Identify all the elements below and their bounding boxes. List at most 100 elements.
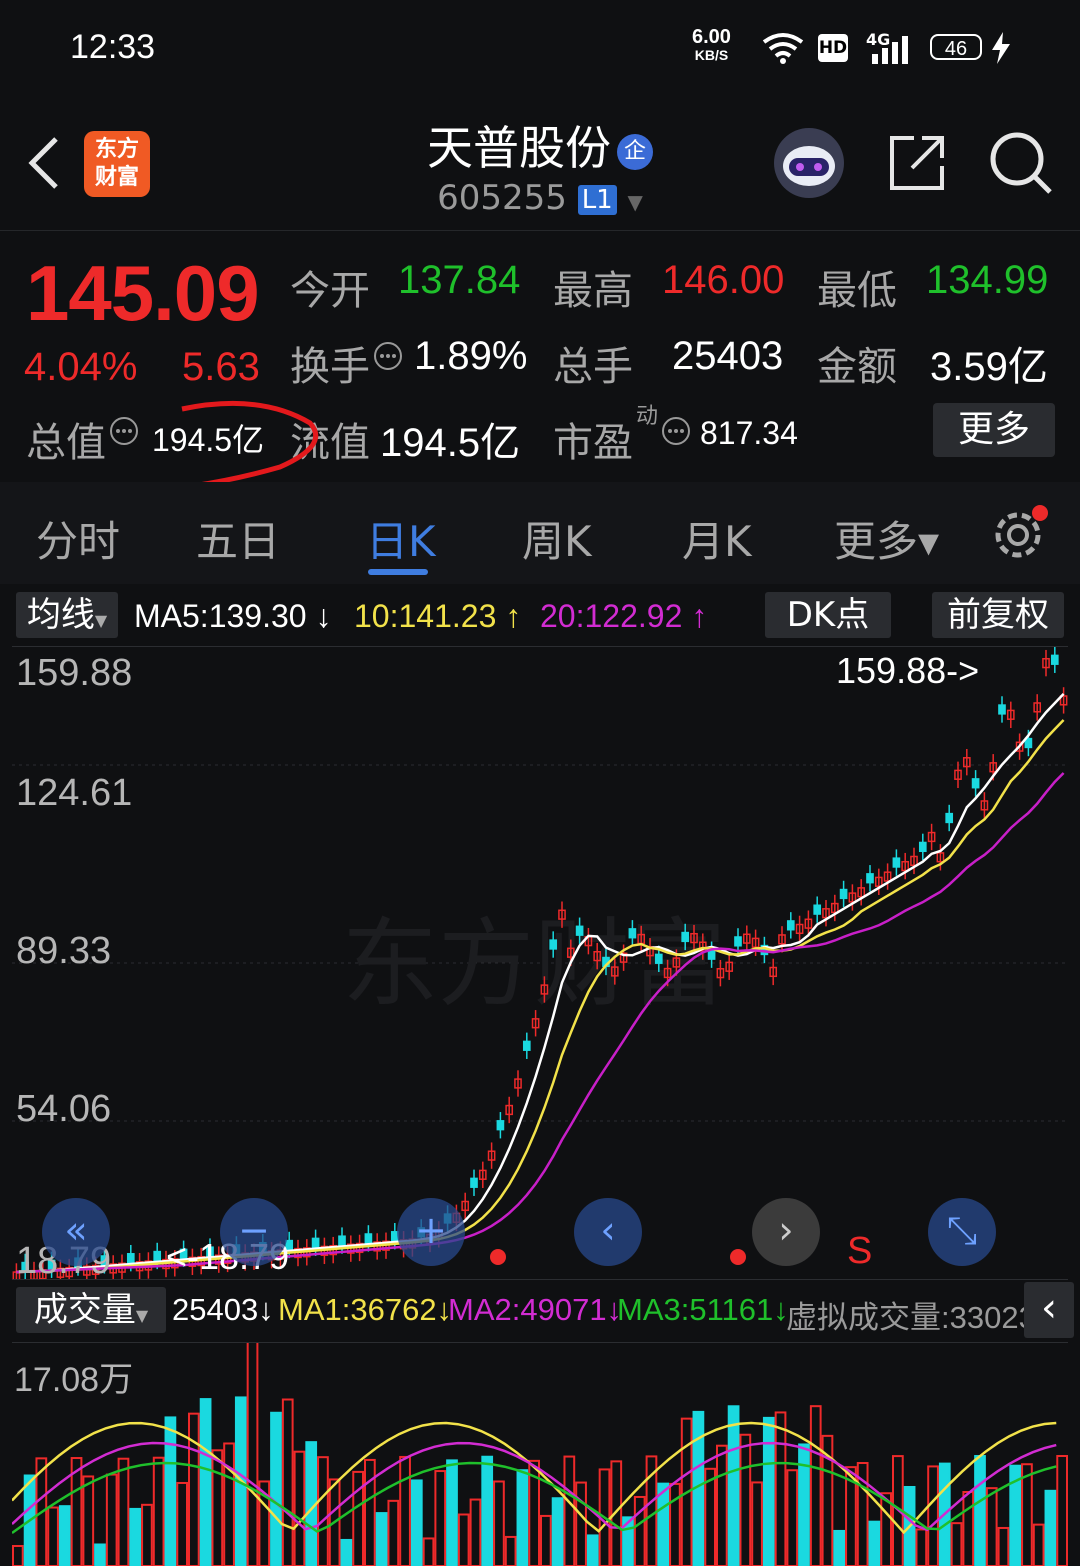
tab-weekly-k[interactable]: 周K: [522, 508, 592, 569]
volume-bar: [704, 1467, 716, 1566]
volume-bar: [364, 1458, 376, 1566]
kline-chart[interactable]: 东方财富: [12, 646, 1068, 1280]
volume-bar: [481, 1455, 494, 1566]
info-icon[interactable]: [660, 415, 692, 447]
current-price: 145.09: [26, 249, 260, 337]
wifi-icon: [762, 33, 804, 64]
signal-dot: [730, 1249, 746, 1265]
next-icon[interactable]: ›: [752, 1198, 820, 1266]
volume-value: 25403: [672, 334, 784, 378]
y-axis-label: 159.88: [16, 652, 133, 694]
ma10-value: 10:141.23 ↑: [354, 598, 522, 634]
candle-body: [734, 936, 742, 947]
candle-body: [971, 778, 980, 789]
tab-five-day[interactable]: 五日: [196, 508, 280, 569]
ma20-value: 20:122.92 ↑: [540, 598, 708, 634]
dk-point-button[interactable]: DK点: [765, 592, 891, 638]
open-value: 137.84: [398, 258, 521, 302]
volume-bar: [246, 1343, 259, 1566]
vol-ma2: MA2:49071↓: [448, 1292, 623, 1327]
candle-body: [839, 888, 848, 900]
hd-icon: HD: [818, 34, 848, 62]
volume-bar: [1044, 1489, 1057, 1566]
candle-body: [549, 939, 558, 950]
volume-bar: [375, 1512, 388, 1566]
collapse-icon[interactable]: ‹: [1024, 1282, 1074, 1338]
volume-bar: [575, 1481, 587, 1566]
y-axis-label: 124.61: [16, 772, 133, 814]
robot-assistant-icon[interactable]: [772, 126, 846, 200]
volume-bar: [317, 1456, 329, 1566]
open-label: 今开: [290, 269, 370, 313]
volume-bar: [82, 1475, 95, 1566]
search-icon[interactable]: [988, 130, 1054, 196]
volume-canvas: [12, 1343, 1068, 1566]
zoom-out-icon[interactable]: −: [220, 1198, 288, 1266]
info-icon[interactable]: [372, 340, 404, 372]
indicator-select[interactable]: 均线▼: [16, 592, 118, 638]
volume-label: 总手: [553, 345, 633, 389]
volume-bar: [751, 1481, 763, 1566]
volume-bar: [762, 1416, 775, 1566]
volume-bar: [739, 1433, 752, 1566]
candle-body: [1050, 654, 1059, 665]
volume-bar: [974, 1455, 986, 1566]
volume-bar: [716, 1444, 728, 1566]
change-percent: 4.04%: [24, 345, 138, 389]
candle-body: [153, 1250, 162, 1262]
volume-bar: [516, 1469, 529, 1566]
volume-bar: [281, 1398, 294, 1566]
volume-bar: [117, 1457, 130, 1566]
prev-icon[interactable]: ‹: [574, 1198, 642, 1266]
candle-body: [998, 704, 1006, 715]
tab-intraday[interactable]: 分时: [36, 508, 120, 569]
volume-bar: [422, 1537, 435, 1566]
volume-bar: [868, 1520, 881, 1566]
low-value: 134.99: [926, 258, 1049, 302]
volume-bar: [809, 1405, 822, 1566]
zoom-in-icon[interactable]: +: [397, 1198, 465, 1266]
candle-body: [813, 904, 822, 915]
candle-body: [945, 812, 954, 824]
turnover-value: 1.89%: [414, 334, 528, 378]
amount-label: 金额: [817, 345, 897, 389]
fullscreen-icon[interactable]: ⤡: [928, 1198, 996, 1266]
candle-body: [496, 1120, 505, 1131]
more-button[interactable]: 更多: [933, 403, 1055, 457]
volume-bar: [469, 1498, 482, 1566]
tab-daily-k[interactable]: 日K: [366, 508, 436, 569]
battery-icon: 46: [930, 34, 982, 60]
volume-indicator-select[interactable]: 成交量▼: [16, 1287, 166, 1333]
vol-ma3: MA3:51161↓: [617, 1292, 789, 1327]
candle-body: [575, 925, 584, 936]
volume-bar: [152, 1456, 165, 1566]
volume-bar: [340, 1538, 353, 1566]
volume-bar: [950, 1522, 963, 1566]
tab-monthly-k[interactable]: 月K: [682, 508, 752, 569]
candle-body: [470, 1177, 478, 1188]
volume-chart[interactable]: [12, 1342, 1068, 1566]
volume-bar: [915, 1528, 928, 1566]
turnover-label: 换手: [290, 345, 370, 389]
volume-bar: [12, 1545, 24, 1566]
charging-icon: [992, 32, 1010, 64]
volume-bar: [105, 1473, 118, 1566]
volume-bar: [129, 1507, 142, 1566]
volume-bar: [563, 1455, 576, 1566]
volume-bar: [551, 1497, 564, 1566]
candle-body: [918, 841, 927, 853]
volume-bar: [985, 1487, 998, 1566]
candle-body: [866, 873, 874, 884]
signal-dot: [490, 1249, 506, 1265]
vol-ma1: MA1:36762↓: [278, 1292, 453, 1327]
adjust-mode-button[interactable]: 前复权: [932, 592, 1064, 638]
fast-back-icon[interactable]: «: [42, 1198, 110, 1266]
tab-more[interactable]: 更多▾: [834, 508, 939, 569]
net-speed: 6.00 KB/S: [692, 26, 731, 63]
share-icon[interactable]: [886, 132, 948, 194]
volume-bar: [141, 1503, 153, 1566]
candle-body: [522, 1040, 531, 1051]
high-value: 146.00: [662, 258, 785, 302]
gear-icon[interactable]: [990, 503, 1054, 567]
candle-body: [892, 857, 901, 868]
